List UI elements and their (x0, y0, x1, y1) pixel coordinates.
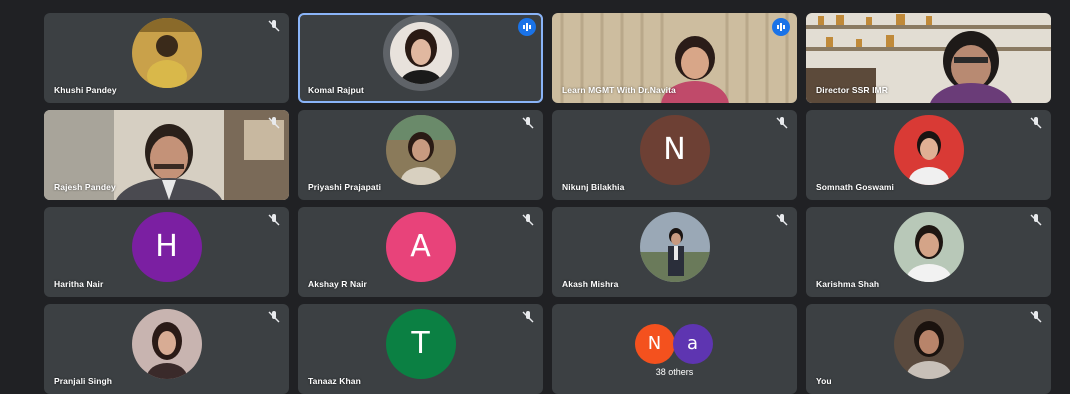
mic-off-icon (267, 310, 281, 324)
avatar (131, 17, 202, 88)
others-count: 38 others (655, 367, 694, 377)
participant-tile-pranjali-singh[interactable]: Pranjali Singh (44, 304, 289, 394)
participant-name: Khushi Pandey (54, 85, 117, 95)
participant-tile-akshay-r-nair[interactable]: A Akshay R Nair (298, 207, 543, 297)
participant-name: You (816, 376, 832, 386)
mic-off-icon (267, 116, 281, 130)
mic-off-icon (1029, 310, 1043, 324)
participant-name: Akash Mishra (562, 279, 619, 289)
participant-tile-you[interactable]: You (806, 304, 1051, 394)
participant-tile-learn-mgmt[interactable]: Learn MGMT With Dr.Navita (552, 13, 797, 103)
avatar (639, 211, 710, 282)
participant-name: Rajesh Pandey (54, 182, 116, 192)
avatar: T (385, 308, 456, 379)
participant-tile-tanaaz-khan[interactable]: T Tanaaz Khan (298, 304, 543, 394)
participant-name: Karishma Shah (816, 279, 880, 289)
mic-off-icon (775, 116, 789, 130)
speaking-indicator-icon (518, 18, 536, 36)
avatar (389, 21, 452, 84)
avatar: N (634, 324, 675, 364)
participant-tile-nikunj-bilakhia[interactable]: N Nikunj Bilakhia (552, 110, 797, 200)
participant-tile-rajesh-pandey[interactable]: Rajesh Pandey (44, 110, 289, 200)
participant-name: Nikunj Bilakhia (562, 182, 625, 192)
participant-name: Haritha Nair (54, 279, 104, 289)
participant-name: Pranjali Singh (54, 376, 113, 386)
speaking-indicator-icon (772, 18, 790, 36)
meeting-stage: Khushi Pandey Komal Rajput Learn MGMT Wi… (0, 0, 1070, 394)
participant-grid: Khushi Pandey Komal Rajput Learn MGMT Wi… (44, 13, 1054, 394)
mic-off-icon (521, 213, 535, 227)
avatar (893, 211, 964, 282)
participant-tile-priyashi-prajapati[interactable]: Priyashi Prajapati (298, 110, 543, 200)
mic-off-icon (521, 310, 535, 324)
participant-tile-khushi-pandey[interactable]: Khushi Pandey (44, 13, 289, 103)
participant-name: Priyashi Prajapati (308, 182, 382, 192)
avatar (893, 308, 964, 379)
mic-off-icon (521, 116, 535, 130)
participant-tile-director-ssr-imr[interactable]: Director SSR IMR (806, 13, 1051, 103)
mic-off-icon (1029, 213, 1043, 227)
participant-tile-komal-rajput[interactable]: Komal Rajput (298, 13, 543, 103)
participant-tile-somnath-goswami[interactable]: Somnath Goswami (806, 110, 1051, 200)
mic-off-icon (1029, 116, 1043, 130)
others-tile[interactable]: N a 38 others (552, 304, 797, 394)
avatar: a (672, 324, 713, 364)
avatar: A (385, 211, 456, 282)
mic-off-icon (775, 213, 789, 227)
participant-name: Komal Rajput (308, 85, 364, 95)
mic-off-icon (267, 213, 281, 227)
participant-tile-karishma-shah[interactable]: Karishma Shah (806, 207, 1051, 297)
avatar (385, 114, 456, 185)
participant-name: Learn MGMT With Dr.Navita (562, 85, 676, 95)
participant-name: Somnath Goswami (816, 182, 895, 192)
participant-name: Tanaaz Khan (308, 376, 361, 386)
mic-off-icon (267, 19, 281, 33)
participant-tile-akash-mishra[interactable]: Akash Mishra (552, 207, 797, 297)
avatar (131, 308, 202, 379)
participant-tile-haritha-nair[interactable]: H Haritha Nair (44, 207, 289, 297)
avatar: H (131, 211, 202, 282)
participant-name: Director SSR IMR (816, 85, 888, 95)
avatar: N (639, 114, 710, 185)
participant-name: Akshay R Nair (308, 279, 367, 289)
avatar (893, 114, 964, 185)
others-avatars: N a (625, 324, 725, 364)
